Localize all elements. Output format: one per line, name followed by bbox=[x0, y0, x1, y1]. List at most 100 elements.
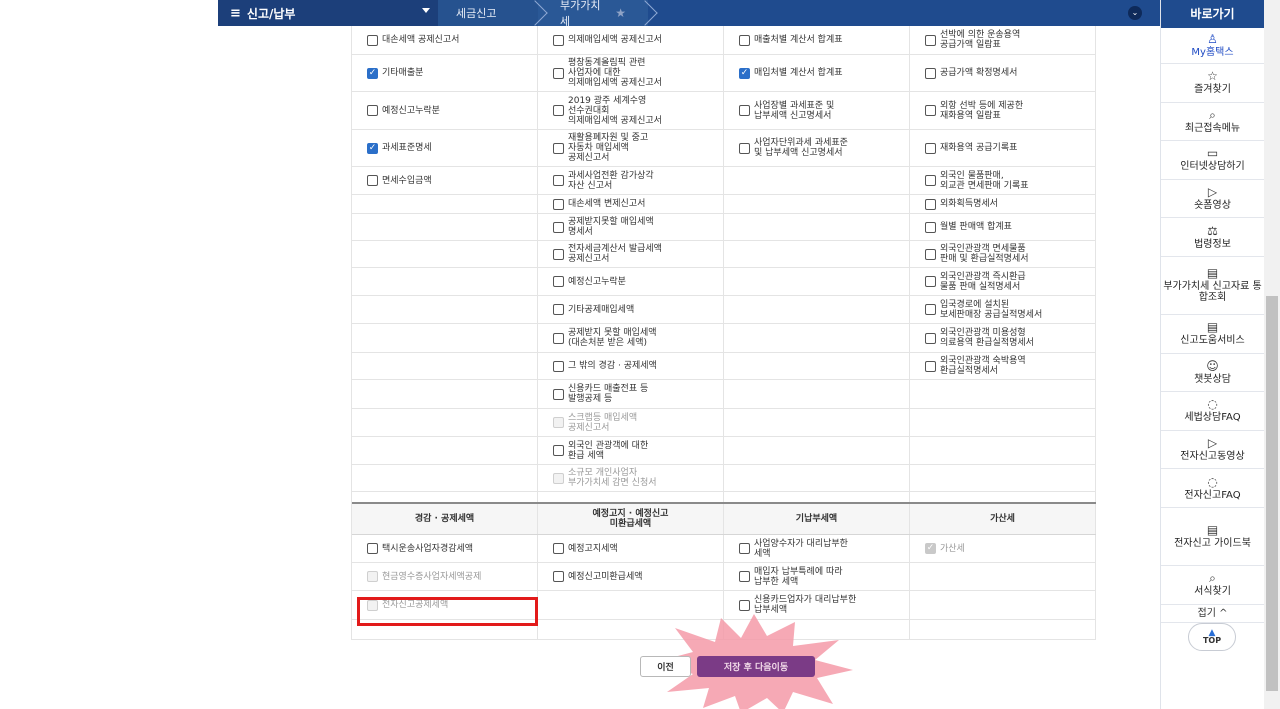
checkbox-label: 소규모 개인사업자 부가가치세 감면 신청서 bbox=[568, 468, 657, 488]
sidebar-item-label: 부가가치세 신고자료 통합조회 bbox=[1163, 281, 1262, 304]
checkbox[interactable] bbox=[925, 221, 936, 233]
checkbox-label: 택시운송사업자경감세액 bbox=[382, 543, 474, 554]
grid-cell: 선박에 의한 운송용역 공급가액 일람표 bbox=[910, 26, 1096, 54]
grid-cell bbox=[724, 195, 910, 213]
form-row: 공제받지못할 매입세액 명세서 월별 판매액 합계표 bbox=[352, 214, 1096, 241]
scroll-top-button[interactable]: ▲ TOP bbox=[1188, 623, 1236, 651]
checkbox[interactable] bbox=[367, 543, 378, 554]
grid-cell: ✓ 기타매출분 bbox=[352, 55, 538, 91]
checkbox[interactable] bbox=[553, 198, 564, 210]
sidebar-item[interactable]: ⌕ 서식찾기 bbox=[1161, 566, 1264, 605]
checkbox[interactable] bbox=[367, 105, 378, 116]
grid-cell: 의제매입세액 공제신고서 bbox=[538, 26, 724, 54]
menu-dropdown[interactable]: ≡ 신고/납부 bbox=[218, 0, 438, 26]
section-header: 경감 · 공제세액 예정고지 · 예정신고 미환급세액 기납부세액 가산세 bbox=[352, 502, 1096, 535]
checkbox: ✓ bbox=[925, 543, 936, 554]
checkbox[interactable] bbox=[739, 599, 750, 611]
sidebar-item[interactable]: ♙ My홈택스 bbox=[1161, 28, 1264, 64]
checkbox[interactable] bbox=[925, 276, 936, 287]
prev-button[interactable]: 이전 bbox=[640, 656, 691, 677]
checkbox-label: 기타매출분 bbox=[382, 68, 424, 78]
checkbox[interactable] bbox=[553, 304, 564, 315]
checkbox[interactable]: ✓ bbox=[367, 67, 378, 79]
checkbox[interactable] bbox=[925, 304, 936, 315]
favorite-star-icon[interactable]: ★ bbox=[615, 6, 626, 20]
grid-cell bbox=[352, 437, 538, 464]
checkbox[interactable] bbox=[925, 34, 936, 46]
grid-cell: 공급가액 확정명세서 bbox=[910, 55, 1096, 91]
checkbox[interactable] bbox=[739, 34, 750, 46]
form-row: 소규모 개인사업자 부가가치세 감면 신청서 bbox=[352, 465, 1096, 492]
checkbox[interactable] bbox=[553, 571, 564, 582]
checkbox[interactable] bbox=[925, 142, 936, 154]
checkbox[interactable] bbox=[553, 248, 564, 260]
chevron-down-icon[interactable]: ⌄ bbox=[1128, 6, 1142, 20]
form-row: 예정신고누락분 2019 광주 세계수영 선수권대회 의제매입세액 공제신고서 사업… bbox=[352, 92, 1096, 130]
checkbox[interactable]: ✓ bbox=[367, 142, 378, 154]
checkbox[interactable] bbox=[739, 571, 750, 582]
sidebar-item-label: 세법상담FAQ bbox=[1184, 412, 1241, 424]
grid-cell bbox=[724, 324, 910, 352]
quick-links-sidebar: 바로가기 ♙ My홈택스 ☆ 즐겨찾기 ⌕ 최근접속메뉴 ▭ 인터넷상담하기 ▷ 숏폼영상 ⚖ 법령정… bbox=[1160, 0, 1264, 709]
checkbox[interactable] bbox=[553, 445, 564, 456]
checkbox[interactable] bbox=[367, 34, 378, 46]
grid-cell: 대손세액 공제신고서 bbox=[352, 26, 538, 54]
scrollbar-thumb[interactable] bbox=[1266, 296, 1278, 691]
checkbox[interactable]: ✓ bbox=[739, 67, 750, 79]
checkbox[interactable] bbox=[553, 105, 564, 116]
checkbox[interactable] bbox=[925, 175, 936, 186]
checkbox[interactable] bbox=[739, 105, 750, 116]
checkbox[interactable] bbox=[367, 175, 378, 186]
sidebar-item[interactable]: ◌ 전자신고FAQ bbox=[1161, 469, 1264, 508]
sidebar-item[interactable]: ▷ 숏폼영상 bbox=[1161, 180, 1264, 219]
sidebar-item[interactable]: ▤ 부가가치세 신고자료 통합조회 bbox=[1161, 257, 1264, 315]
sidebar-fold-button[interactable]: 접기 ^ bbox=[1161, 605, 1264, 623]
sidebar-item-label: My홈택스 bbox=[1191, 47, 1234, 58]
sidebar-item[interactable]: ☆ 즐겨찾기 bbox=[1161, 64, 1264, 103]
form-row: ✓ 과세표준명세 재활용폐자원 및 중고 자동차 매입세액 공제신고서 사업자단위과세… bbox=[352, 130, 1096, 167]
sidebar-item[interactable]: ▤ 전자신고 가이드북 bbox=[1161, 508, 1264, 566]
save-next-button[interactable]: 저장 후 다음이동 bbox=[697, 656, 815, 677]
checkbox-label: 외국인관광객 미용성형 의료용역 환급실적명세서 bbox=[940, 328, 1034, 348]
nav-spacer bbox=[0, 0, 218, 26]
checkbox[interactable] bbox=[553, 543, 564, 554]
checkbox[interactable] bbox=[553, 388, 564, 400]
grid-cell bbox=[352, 214, 538, 240]
checkbox[interactable] bbox=[553, 175, 564, 186]
sidebar-item[interactable]: ◌ 세법상담FAQ bbox=[1161, 392, 1264, 431]
checkbox-label: 재화용역 공급기록표 bbox=[940, 143, 1018, 153]
checkbox[interactable] bbox=[553, 360, 564, 372]
play-icon: ▷ bbox=[1207, 185, 1218, 200]
breadcrumb-vat[interactable]: 부가가치세 ★ bbox=[538, 0, 648, 28]
grid-cell: 재화용역 공급기록표 bbox=[910, 130, 1096, 166]
sidebar-item[interactable]: ▷ 전자신고동영상 bbox=[1161, 431, 1264, 470]
caret-down-icon bbox=[422, 8, 430, 13]
sidebar-item[interactable]: ⚖ 법령정보 bbox=[1161, 218, 1264, 257]
checkbox[interactable] bbox=[553, 332, 564, 344]
checkbox[interactable] bbox=[553, 276, 564, 287]
checkbox[interactable] bbox=[553, 221, 564, 233]
checkbox[interactable] bbox=[925, 67, 936, 79]
checkbox-label: 월별 판매액 합계표 bbox=[940, 222, 1012, 232]
checkbox[interactable] bbox=[925, 105, 936, 116]
checkbox[interactable] bbox=[553, 67, 564, 79]
checkbox[interactable] bbox=[553, 34, 564, 46]
grid-cell: 예정신고미환급세액 bbox=[538, 563, 724, 590]
checkbox[interactable] bbox=[553, 142, 564, 154]
checkbox[interactable] bbox=[739, 543, 750, 554]
sidebar-item[interactable]: ☺ 챗봇상담 bbox=[1161, 354, 1264, 393]
checkbox bbox=[367, 571, 378, 582]
sidebar-item[interactable]: ▤ 신고도움서비스 bbox=[1161, 315, 1264, 354]
grid-cell: 택시운송사업자경감세액 bbox=[352, 535, 538, 562]
page-scrollbar[interactable] bbox=[1264, 0, 1280, 709]
sidebar-item-label: 챗봇상담 bbox=[1194, 373, 1231, 385]
checkbox[interactable] bbox=[925, 332, 936, 344]
sidebar-item[interactable]: ▭ 인터넷상담하기 bbox=[1161, 141, 1264, 180]
checkbox[interactable] bbox=[925, 198, 936, 210]
sidebar-item[interactable]: ⌕ 최근접속메뉴 bbox=[1161, 103, 1264, 142]
checkbox[interactable] bbox=[739, 142, 750, 154]
breadcrumb-tax-filing[interactable]: 세금신고 bbox=[438, 0, 538, 26]
checkbox[interactable] bbox=[925, 360, 936, 372]
checkbox[interactable] bbox=[925, 248, 936, 260]
grid-cell: 전자세금계산서 발급세액 공제신고서 bbox=[538, 241, 724, 267]
